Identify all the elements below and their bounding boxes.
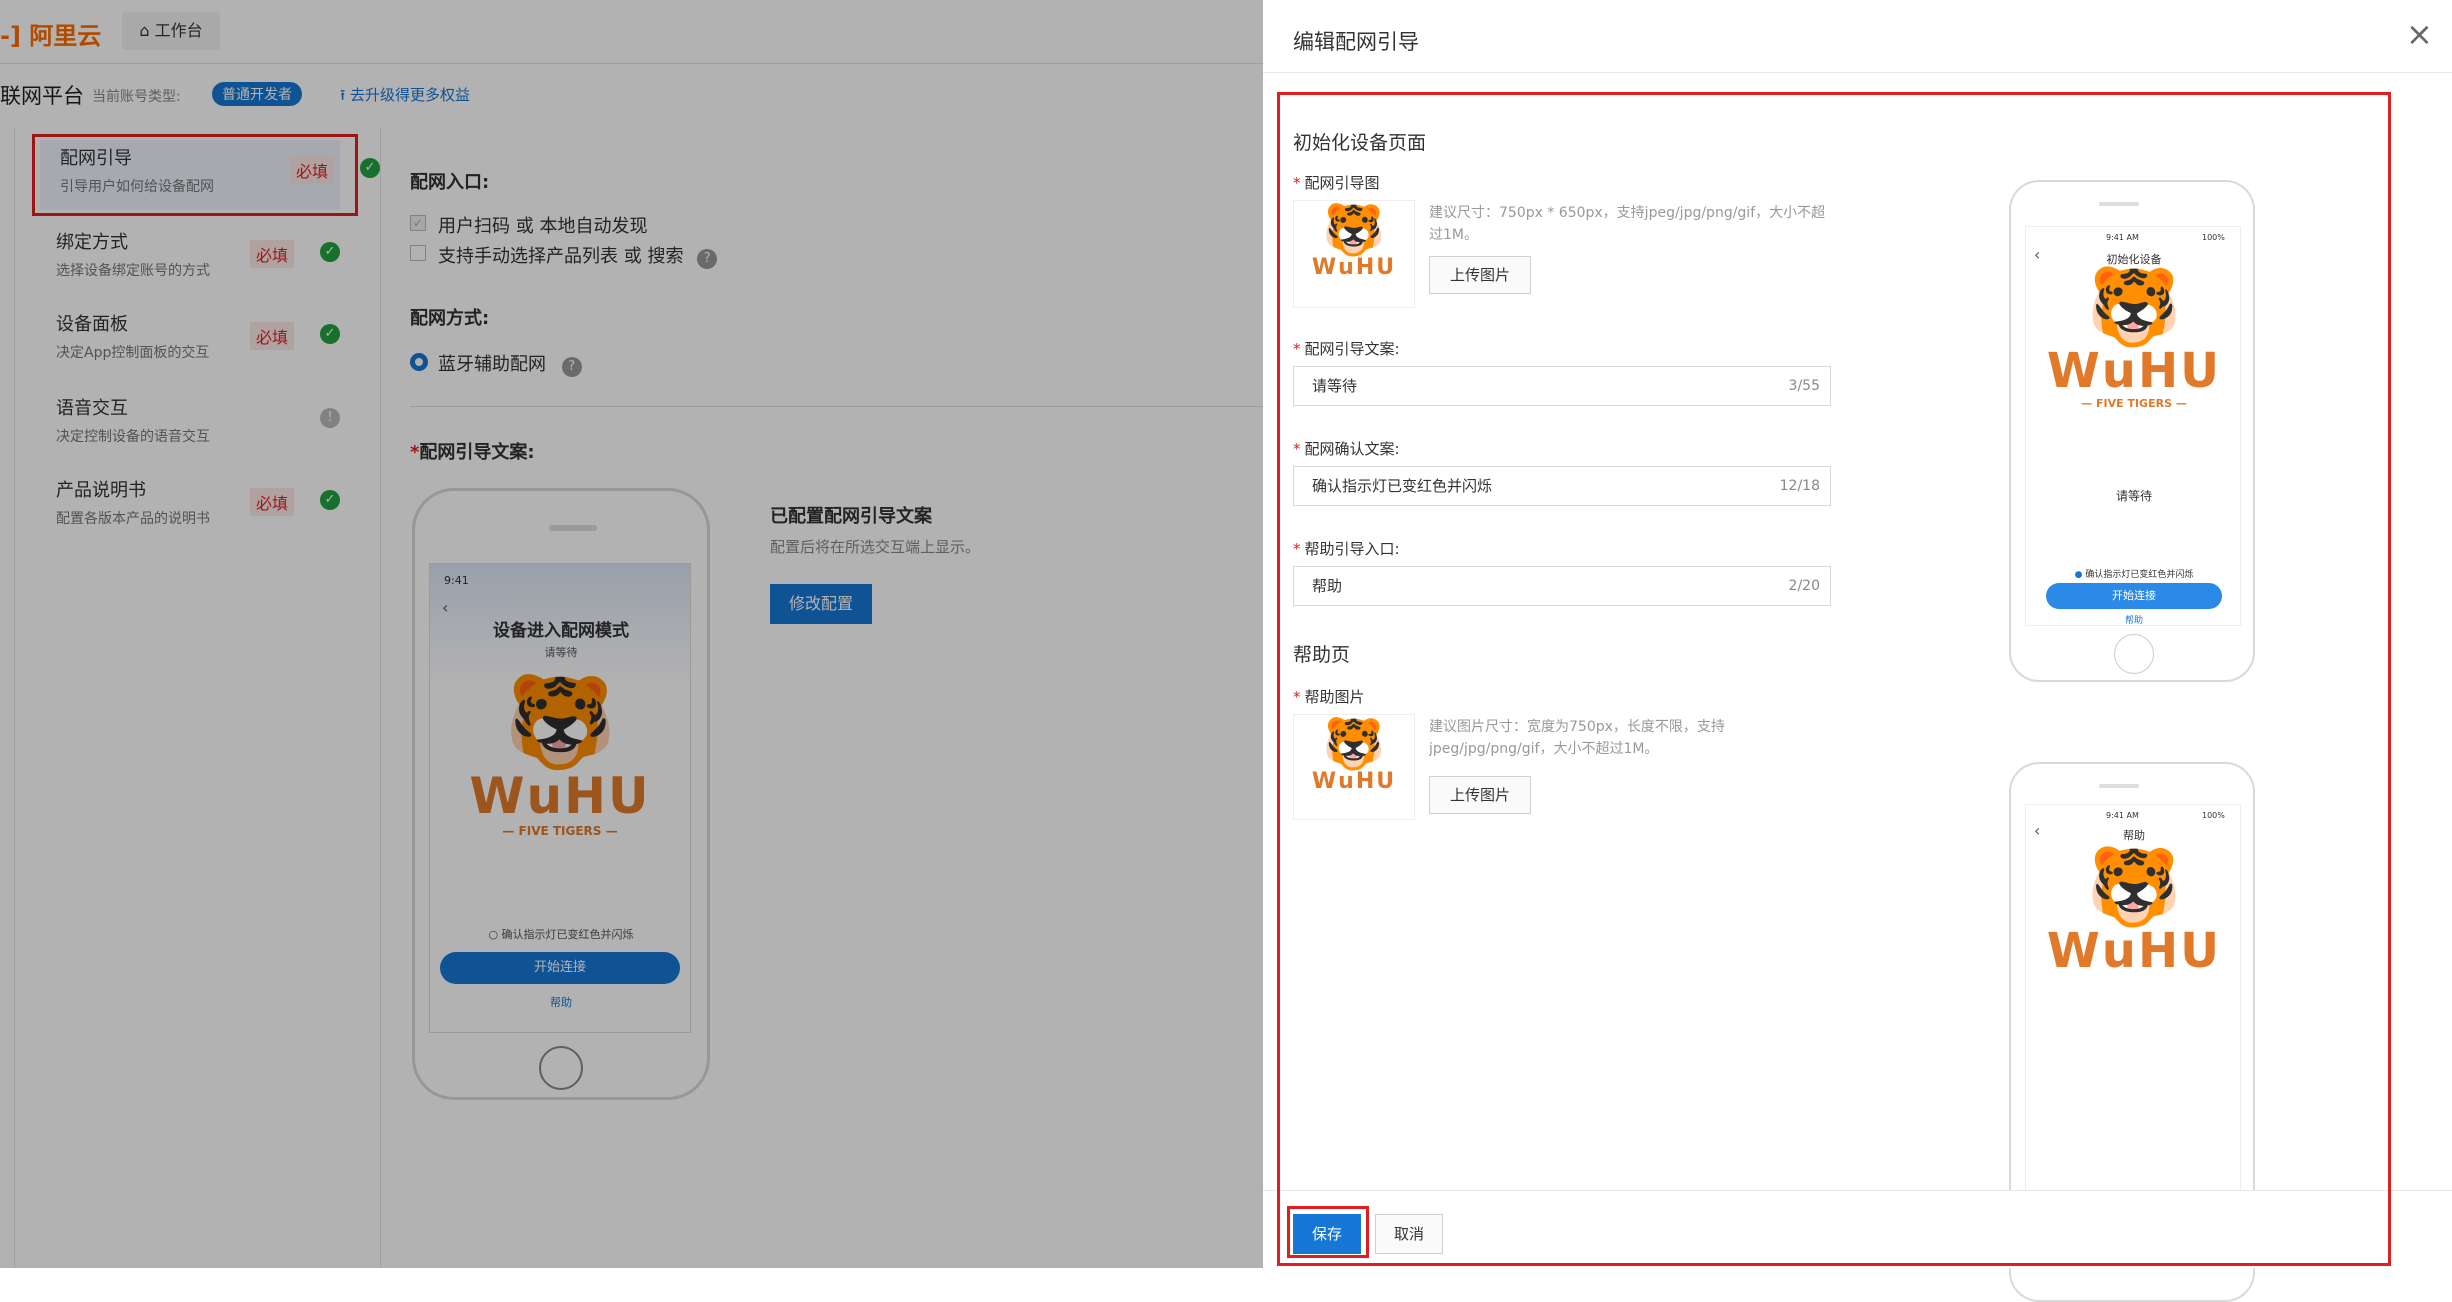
edit-drawer: 编辑配网引导 × 初始化设备页面 * 配网引导图 🐯 WuHU 建议尺寸：750p… [1263, 0, 2452, 1302]
close-icon[interactable]: × [2406, 18, 2433, 50]
drawer-header-divider [1263, 72, 2452, 73]
modal-overlay[interactable] [0, 0, 1263, 1268]
highlight-save-button [1287, 1206, 1369, 1258]
page-background: -] 阿里云 ⌂ 工作台 联网平台 当前账号类型: 普通开发者 ⭱ 去升级得更多… [0, 0, 2452, 1302]
highlight-form-area [1277, 92, 2391, 1266]
drawer-title: 编辑配网引导 [1293, 30, 1419, 54]
